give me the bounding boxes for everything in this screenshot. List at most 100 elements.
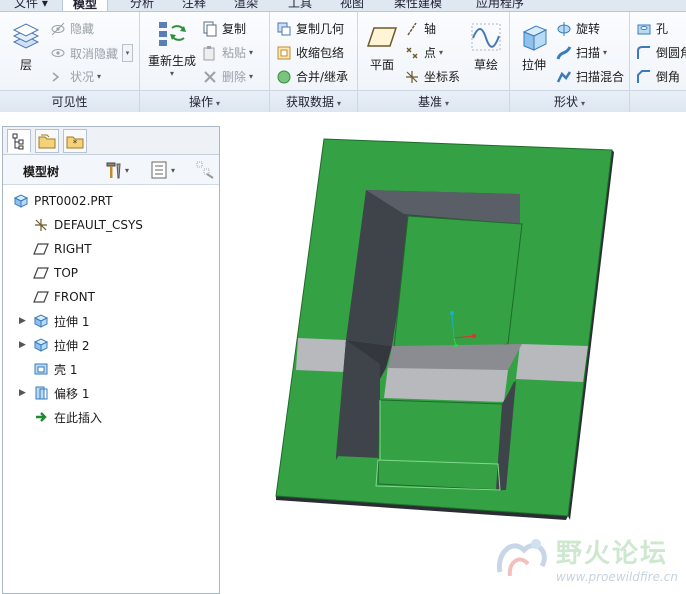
tree-item-front-plane[interactable]: FRONT bbox=[3, 285, 219, 309]
expand-arrow-icon[interactable]: ▶ bbox=[19, 388, 26, 398]
copy-geometry-button[interactable]: 复制几何 bbox=[276, 20, 344, 37]
hole-icon bbox=[637, 24, 651, 34]
triad-x-tip bbox=[472, 334, 476, 338]
csys-icon bbox=[406, 70, 418, 83]
graphics-viewport[interactable]: 野火论坛 www.proewildfire.cn bbox=[222, 114, 686, 594]
eye-icon bbox=[51, 49, 65, 57]
watermark-logo bbox=[496, 539, 547, 577]
tree-item-default-csys[interactable]: DEFAULT_CSYS bbox=[3, 213, 219, 237]
chevron-down-icon[interactable]: ▾ bbox=[445, 99, 449, 108]
shrinkwrap-button[interactable]: 收缩包络 bbox=[276, 44, 344, 61]
tab-flexible-modeling[interactable]: 柔性建模 bbox=[384, 0, 452, 11]
group-label-operations: 操作 ▾ bbox=[140, 90, 269, 112]
expand-arrow-icon[interactable]: ▶ bbox=[19, 316, 26, 326]
tab-applications[interactable]: 应用程序 bbox=[466, 0, 534, 11]
unhide-button[interactable]: 取消隐藏 ▾ bbox=[50, 44, 134, 62]
status-icon bbox=[52, 71, 60, 82]
datum-plane-icon bbox=[33, 267, 49, 279]
group-label-get-data: 获取数据 ▾ bbox=[270, 90, 357, 112]
sweep-button[interactable]: 扫描 ▾ bbox=[556, 44, 607, 61]
chevron-down-icon[interactable]: ▾ bbox=[581, 99, 585, 108]
regenerate-button[interactable]: 重新生成 ▾ bbox=[146, 18, 198, 78]
extrude-icon bbox=[33, 314, 49, 328]
part-icon bbox=[13, 194, 29, 208]
copy-icon bbox=[203, 21, 217, 36]
eye-slash-icon bbox=[51, 22, 65, 35]
tree-item-insert-here[interactable]: 在此插入 bbox=[3, 405, 219, 429]
datum-plane-icon bbox=[366, 27, 398, 47]
hole-button[interactable]: 孔 bbox=[636, 20, 668, 37]
delete-button[interactable]: 删除 ▾ bbox=[202, 68, 253, 85]
tree-item-label: FRONT bbox=[54, 290, 95, 304]
offset-icon bbox=[35, 386, 48, 400]
tab-view[interactable]: 视图 bbox=[330, 0, 374, 11]
tree-item-right-plane[interactable]: RIGHT bbox=[3, 237, 219, 261]
tab-analysis[interactable]: 分析 bbox=[120, 0, 164, 11]
layers-icon bbox=[12, 23, 40, 49]
status-button[interactable]: 状况 ▾ bbox=[50, 68, 101, 85]
tab-file[interactable]: 文件 ▾ bbox=[4, 0, 58, 11]
tree-item-label: 壳 1 bbox=[54, 362, 78, 377]
merge-inherit-button[interactable]: 合并/继承 bbox=[276, 68, 348, 85]
tree-item-offset-1[interactable]: ▶ 偏移 1 bbox=[3, 381, 219, 405]
tree-settings-button[interactable]: ▾ bbox=[103, 160, 129, 180]
tab-model[interactable]: 模型 bbox=[62, 0, 109, 11]
round-button[interactable]: 倒圆角 bbox=[636, 44, 686, 61]
point-button[interactable]: 点 ▾ bbox=[404, 44, 443, 61]
copy-button[interactable]: 复制 bbox=[202, 20, 246, 37]
tree-item-extrude-1[interactable]: ▶ 拉伸 1 bbox=[3, 309, 219, 333]
chevron-down-icon: ▾ bbox=[439, 48, 444, 57]
groove-left-floor bbox=[296, 338, 346, 372]
shrinkwrap-icon bbox=[277, 46, 291, 59]
folder-browser-tab[interactable] bbox=[35, 129, 59, 153]
round-icon bbox=[637, 45, 650, 59]
island-top-face bbox=[391, 215, 523, 367]
tab-render[interactable]: 渲染 bbox=[224, 0, 268, 11]
model-tree-tab[interactable] bbox=[7, 129, 31, 153]
paste-button[interactable]: 粘贴 ▾ bbox=[202, 44, 253, 61]
extrude-button[interactable]: 拉伸 bbox=[514, 22, 554, 73]
tree-item-part[interactable]: PRT0002.PRT bbox=[3, 189, 219, 213]
watermark-title: 野火论坛 bbox=[556, 538, 669, 569]
tab-annotate[interactable]: 注释 bbox=[172, 0, 216, 11]
plane-button[interactable]: 平面 bbox=[362, 22, 402, 73]
watermark-url: www.proewildfire.cn bbox=[556, 569, 678, 584]
extrude-icon bbox=[522, 25, 548, 51]
hide-button[interactable]: 隐藏 bbox=[50, 20, 94, 37]
csys-button[interactable]: 坐标系 bbox=[404, 68, 460, 85]
expand-arrow-icon[interactable]: ▶ bbox=[19, 340, 26, 350]
chamfer-icon bbox=[637, 69, 650, 83]
layer-label: 层 bbox=[19, 58, 32, 72]
tree-filter-button[interactable] bbox=[195, 160, 215, 183]
model-3d-render bbox=[275, 138, 614, 520]
merge-icon bbox=[277, 70, 291, 83]
axis-button[interactable]: 轴 bbox=[404, 20, 436, 37]
axis-icon bbox=[407, 22, 417, 35]
tree-item-label: 拉伸 2 bbox=[54, 338, 90, 353]
chamfer-button[interactable]: 倒角 bbox=[636, 68, 680, 85]
tree-item-extrude-2[interactable]: ▶ 拉伸 2 bbox=[3, 333, 219, 357]
tree-show-button[interactable]: ▾ bbox=[149, 160, 175, 180]
group-label-datum: 基准 ▾ bbox=[358, 90, 509, 112]
navigator-panel: * 模型树 ▾ ▾ PRT0002.PRT DEFAULT_CSYS RIGHT… bbox=[2, 126, 220, 594]
datum-plane-icon bbox=[33, 243, 49, 255]
chevron-down-icon[interactable]: ▾ bbox=[337, 99, 341, 108]
tree-item-top-plane[interactable]: TOP bbox=[3, 261, 219, 285]
folder-icon bbox=[38, 134, 56, 149]
tree-item-shell-1[interactable]: 壳 1 bbox=[3, 357, 219, 381]
unhide-dropdown[interactable]: ▾ bbox=[122, 44, 134, 62]
swept-blend-button[interactable]: 扫描混合 bbox=[556, 68, 624, 85]
tab-tools[interactable]: 工具 bbox=[278, 0, 322, 11]
favorites-tab[interactable]: * bbox=[63, 129, 87, 153]
chevron-down-icon: ▾ bbox=[171, 165, 176, 175]
layer-button[interactable]: 层 bbox=[6, 22, 46, 73]
chevron-down-icon[interactable]: ▾ bbox=[216, 99, 220, 108]
csys-icon bbox=[35, 219, 47, 231]
group-datum: 平面 轴 点 ▾ 坐标系 草绘 基准 ▾ bbox=[358, 12, 510, 112]
sketch-button[interactable]: 草绘 bbox=[466, 22, 506, 73]
watermark: 野火论坛 www.proewildfire.cn bbox=[490, 532, 678, 584]
regenerate-icon bbox=[159, 22, 186, 46]
revolve-button[interactable]: 旋转 bbox=[556, 20, 600, 37]
copy-geometry-icon bbox=[277, 22, 291, 35]
chevron-down-icon: ▾ bbox=[603, 48, 608, 57]
